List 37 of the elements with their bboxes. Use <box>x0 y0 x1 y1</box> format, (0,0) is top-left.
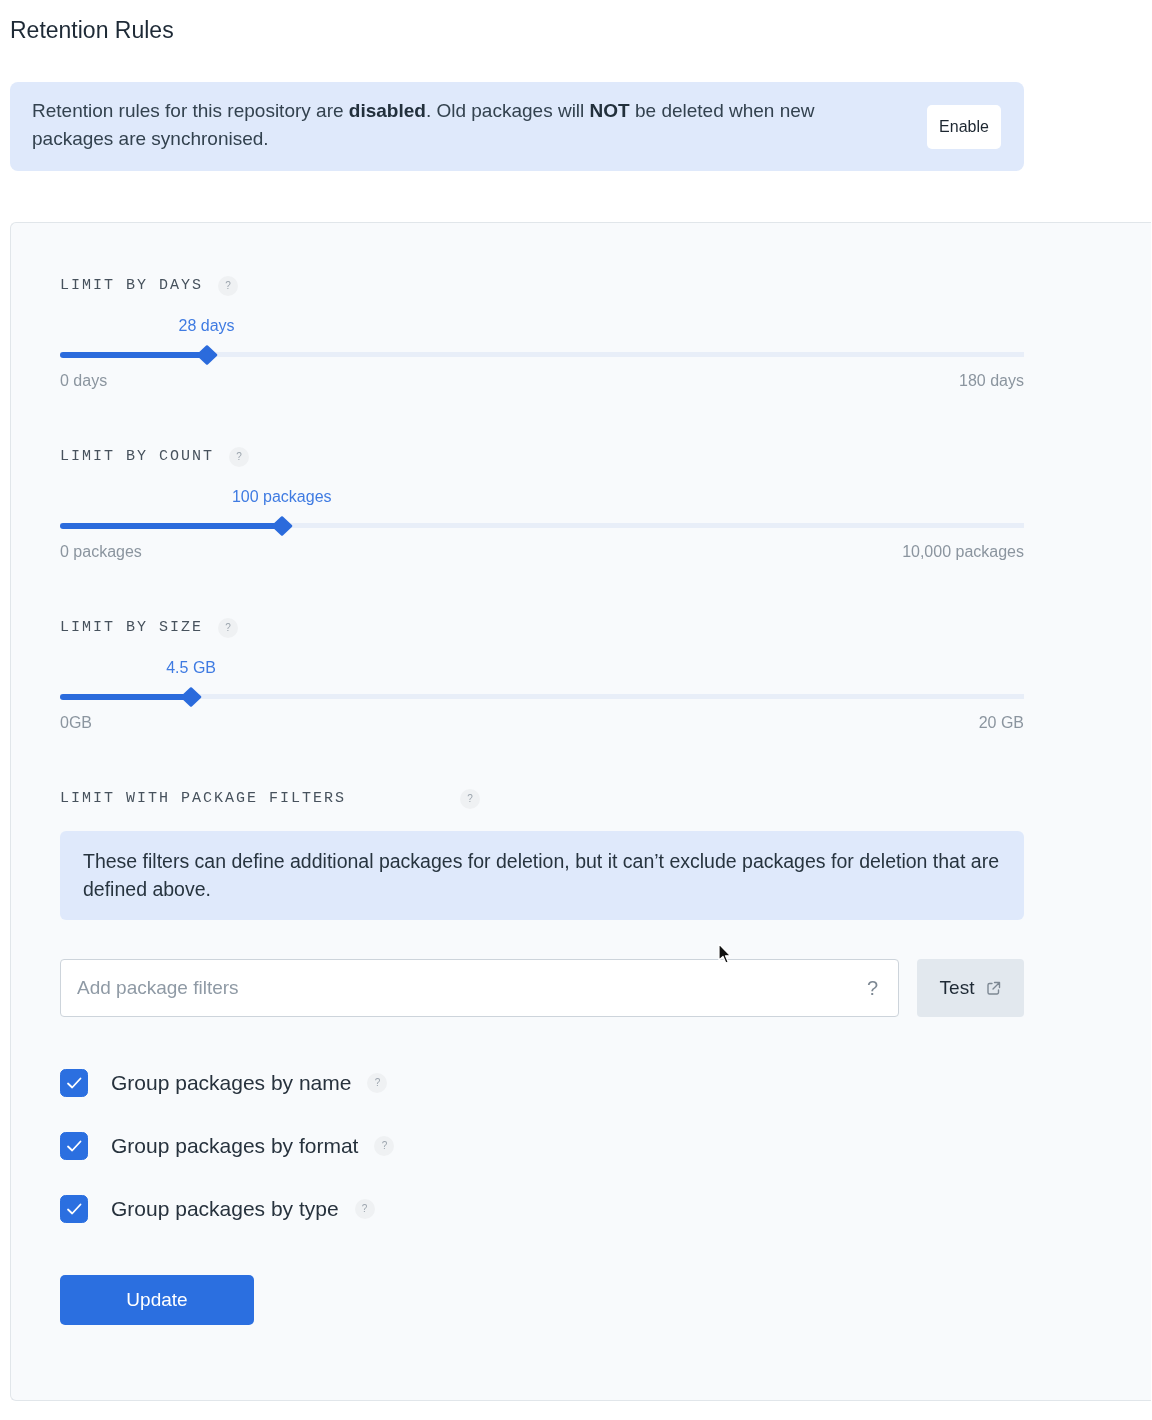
slider-value: 28 days <box>178 316 235 336</box>
help-icon[interactable]: ? <box>866 978 878 998</box>
info-note: These filters can define additional packages for deletion, but it can’t exclude packages for deletion that are defined above. <box>60 831 1024 920</box>
banner-message: Retention rules for this repository are disabled. Old packages will NOT be deleted when new packages are synchronised. <box>32 99 816 151</box>
section-label: LIMIT BY DAYS <box>60 276 204 296</box>
checkbox-label[interactable]: Group packages by format <box>111 1132 359 1160</box>
enable-button[interactable]: Enable <box>927 104 1001 149</box>
filter-input-field[interactable]: Add package filters ? <box>60 959 899 1017</box>
slider-min-label: 0 days <box>60 371 108 391</box>
slider-min-label: 0 packages <box>60 542 142 562</box>
section-label: LIMIT BY SIZE <box>60 618 204 638</box>
section-label: LIMIT BY COUNT <box>60 447 215 467</box>
slider-max-label: 180 days <box>959 371 1024 391</box>
help-icon[interactable]: ? <box>367 1073 388 1093</box>
slider-max-label: 20 GB <box>978 713 1024 733</box>
slider-min-label: 0GB <box>60 713 92 733</box>
help-icon[interactable]: ? <box>374 1136 395 1156</box>
checkbox[interactable] <box>60 1195 88 1223</box>
update-button[interactable]: Update <box>60 1275 254 1325</box>
section-label: LIMIT WITH PACKAGE FILTERS <box>60 789 347 809</box>
help-icon[interactable]: ? <box>218 618 239 638</box>
help-icon[interactable]: ? <box>460 789 481 809</box>
page-title: Retention Rules <box>10 16 174 44</box>
checkbox[interactable] <box>60 1069 88 1097</box>
help-icon[interactable]: ? <box>354 1199 375 1219</box>
slider-max-label: 10,000 packages <box>902 542 1024 562</box>
checkbox-label[interactable]: Group packages by name <box>111 1069 352 1097</box>
help-icon[interactable]: ? <box>229 447 250 467</box>
external-link-icon <box>986 980 1002 996</box>
mouse-pointer-icon <box>718 943 732 965</box>
help-icon[interactable]: ? <box>218 276 239 296</box>
checkbox-label[interactable]: Group packages by type <box>111 1195 339 1223</box>
slider-value: 100 packages <box>231 487 332 507</box>
slider-value: 4.5 GB <box>166 658 216 678</box>
test-button[interactable]: Test <box>917 959 1024 1017</box>
checkbox[interactable] <box>60 1132 88 1160</box>
slider-thumb[interactable] <box>180 687 203 707</box>
